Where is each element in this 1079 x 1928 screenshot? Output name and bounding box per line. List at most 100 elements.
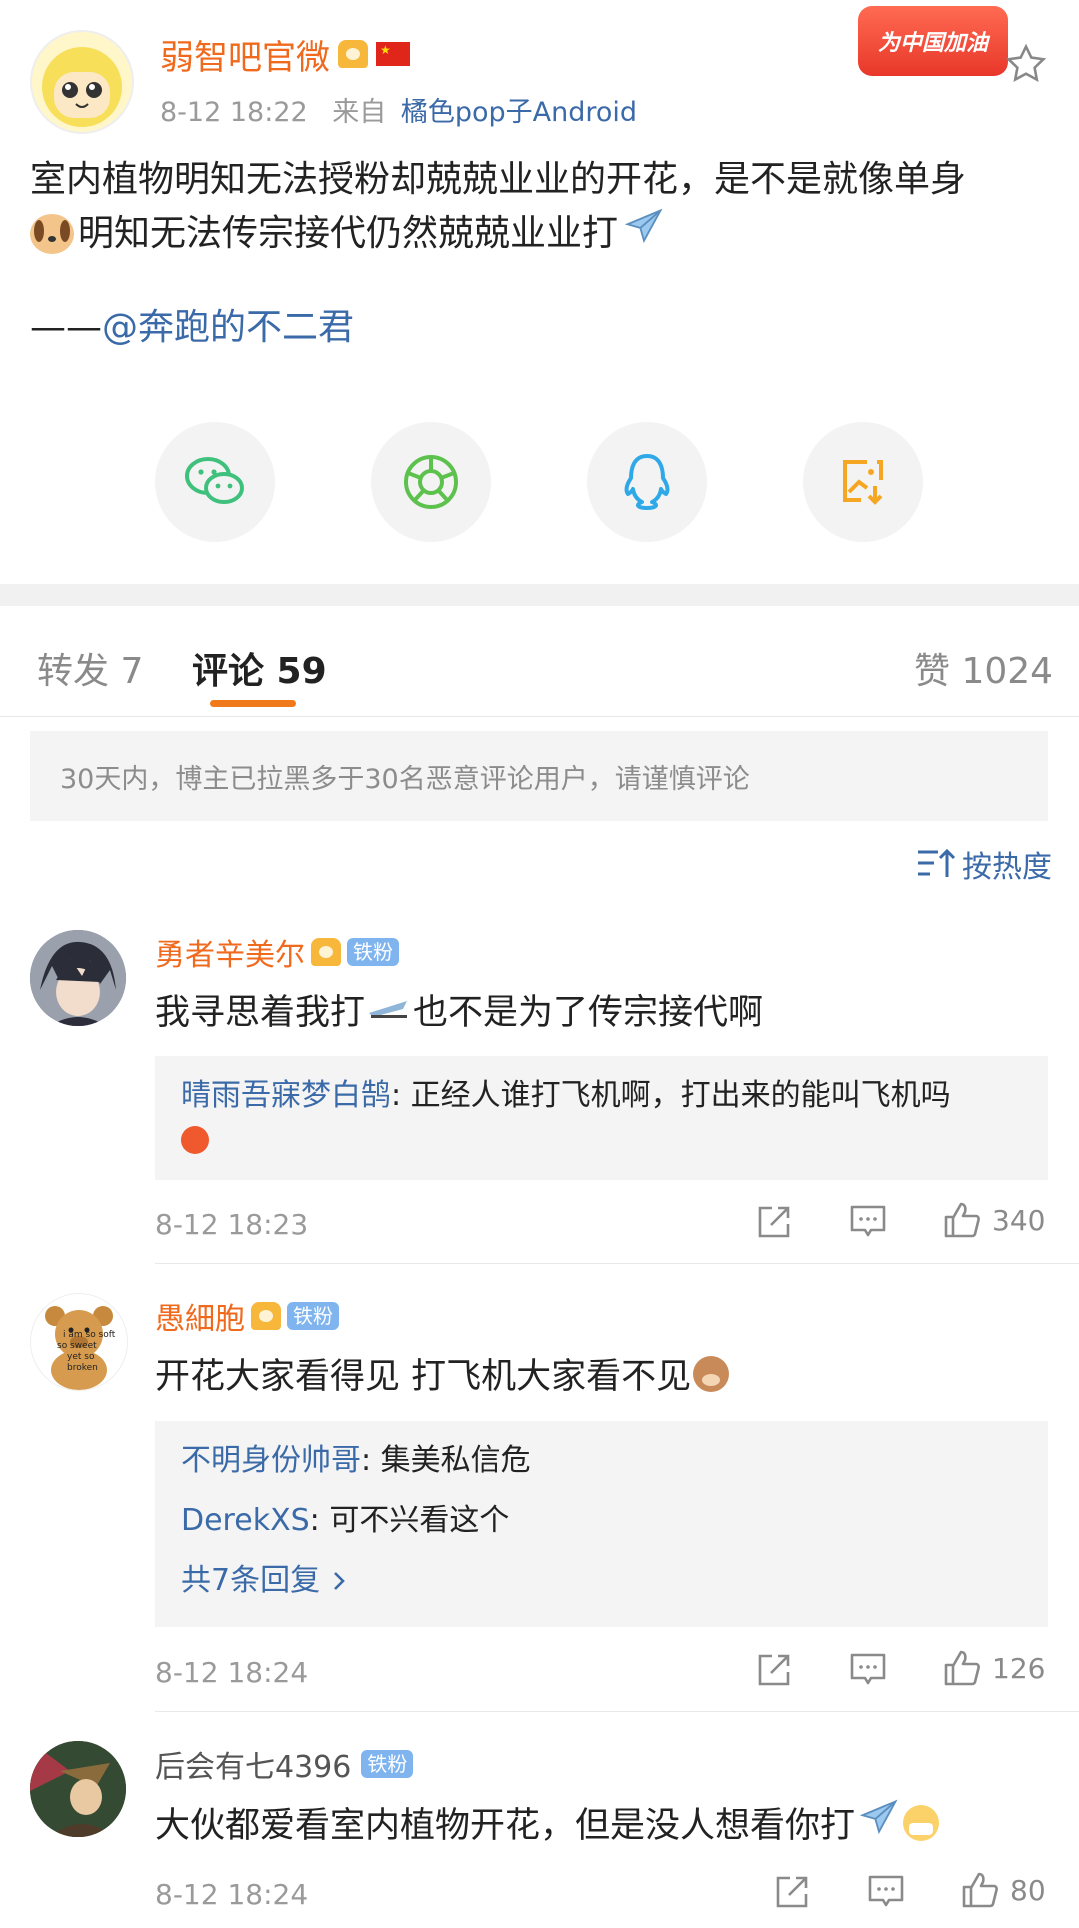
china-flag-icon: ★ [376,42,410,66]
iron-fan-badge: 铁粉 [287,1302,339,1330]
reply-item: 不明身份帅哥: 集美私信危 [181,1441,531,1481]
reply-item: DerekXS: 可不兴看这个 [181,1501,509,1541]
vip-crown-icon [251,1302,281,1330]
comment-text-part1: 大伙都爱看室内植物开花，但是没人想看你打 [155,1806,856,1846]
reply-user-link[interactable]: 晴雨吾寐梦白鹄 [181,1078,391,1113]
section-separator [0,584,1079,606]
reply-item: 晴雨吾寐梦白鹄: 正经人谁打飞机啊，打出来的能叫飞机吗 [181,1076,1021,1116]
reply-text: : 正经人谁打飞机啊，打出来的能叫飞机吗 [391,1078,951,1113]
credit-dash: —— [30,307,102,348]
share-moments-button[interactable] [371,422,491,542]
thumbs-up-icon [944,1202,980,1238]
post-text-line1: 室内植物明知无法授粉却兢兢业业的开花，是不是就像单身 [30,159,967,200]
comment-text-part1: 开花大家看得见 打飞机大家看不见 [155,1357,692,1397]
comment-author-name[interactable]: 愚細胞 [155,1294,245,1338]
reply-box[interactable]: 晴雨吾寐梦白鹄: 正经人谁打飞机啊，打出来的能叫飞机吗 [155,1056,1048,1180]
airplane-emoji-icon [367,990,411,1030]
tab-like[interactable]: 赞 1024 [914,642,1053,694]
post-meta: 8-12 18:22 来自 橘色pop子Android [160,90,637,129]
comment-notice-text: 30天内，博主已拉黑多于30名恶意评论用户，请谨慎评论 [60,763,750,795]
airplane-emoji-icon [857,1796,901,1849]
reply-box[interactable]: 不明身份帅哥: 集美私信危 DerekXS: 可不兴看这个 共7条回复 [155,1421,1048,1627]
share-save-image-button[interactable] [803,422,923,542]
chevron-right-icon [334,1572,345,1590]
comment-avatar[interactable] [30,1741,126,1837]
like-button[interactable]: 126 [942,1648,1045,1688]
post-credit: ——@奔跑的不二君 [30,303,354,353]
post-author-avatar[interactable] [30,30,134,134]
like-count: 126 [992,1651,1046,1685]
comment-time: 8-12 18:24 [155,1656,309,1689]
like-button[interactable]: 340 [942,1200,1045,1240]
reply-comment-icon[interactable] [849,1204,887,1244]
reply-user-link[interactable]: DerekXS [181,1503,310,1538]
tab-comment[interactable]: 评论 59 [192,642,327,694]
promo-badge-text: 为中国加油 [877,31,988,56]
comment-time: 8-12 18:24 [155,1878,309,1911]
comment-text-part2: 也不是为了传宗接代啊 [413,993,764,1033]
reply-text: : 可不兴看这个 [309,1503,510,1538]
post-author-line: 弱智吧官微 ★ [160,30,410,79]
mask-face-emoji-icon [903,1804,940,1841]
reply-comment-icon[interactable] [867,1874,905,1914]
comment-time: 8-12 18:23 [155,1208,309,1241]
post-author-name[interactable]: 弱智吧官微 [160,30,330,79]
vip-crown-icon [338,40,368,68]
thumbs-up-icon [944,1650,980,1686]
iron-fan-badge: 铁粉 [361,1750,414,1778]
comment-notice: 30天内，博主已拉黑多于30名恶意评论用户，请谨慎评论 [30,731,1048,821]
sort-button[interactable]: 按热度 [916,842,1052,886]
sort-label: 按热度 [962,850,1052,885]
more-replies-link[interactable]: 共7条回复 [181,1561,346,1601]
tab-active-indicator [210,700,296,707]
airplane-emoji-icon [622,205,666,263]
sort-icon [918,848,956,877]
comment-divider [155,1263,1079,1264]
comment-header: 愚細胞 铁粉 [155,1294,339,1338]
post-text: 室内植物明知无法授粉却兢兢业业的开花，是不是就像单身 明知无法传宗接代仍然兢兢业… [30,155,1060,263]
like-count: 340 [992,1203,1046,1237]
reply-text: : 集美私信危 [361,1443,531,1478]
moments-icon [404,455,458,509]
share-comment-icon[interactable] [756,1652,792,1692]
comment-text-part1: 我寻思着我打 [155,993,366,1033]
like-button[interactable]: 80 [960,1870,1046,1910]
comment-header: 勇者辛美尔 铁粉 [155,930,399,974]
credit-user-link[interactable]: @奔跑的不二君 [102,307,354,348]
share-qq-button[interactable] [587,422,707,542]
reply-comment-icon[interactable] [849,1652,887,1692]
comment-header: 后会有七4396 铁粉 [155,1742,414,1786]
qq-icon [624,454,670,510]
jerry-mouse-emoji-icon [693,1355,730,1392]
share-comment-icon[interactable] [756,1204,792,1244]
share-comment-icon[interactable] [774,1874,810,1914]
post-source-link[interactable]: 橘色pop子Android [401,97,637,128]
post-text-line2-wrap: 明知无法传宗接代仍然兢兢业业打 [30,205,1060,263]
promo-badge[interactable]: 为中国加油 [858,6,1008,76]
like-count: 80 [1010,1873,1046,1907]
reply-user-link[interactable]: 不明身份帅哥 [181,1443,361,1478]
wechat-icon [185,457,244,504]
comment-divider [155,1711,1079,1712]
thumbs-up-icon [962,1872,998,1908]
dog-emoji-icon [30,214,74,254]
iron-fan-badge: 铁粉 [347,938,399,966]
share-wechat-button[interactable] [155,422,275,542]
tab-repost[interactable]: 转发 7 [37,642,143,694]
favorite-star-icon[interactable] [1004,42,1048,86]
bear-avatar-caption: i am so soft so sweet yet so broken [57,1330,116,1373]
comment-text: 开花大家看得见 打飞机大家看不见 [155,1348,730,1399]
post-source-prefix: 来自 [332,97,387,128]
comment-avatar[interactable] [30,930,126,1026]
comment-avatar[interactable]: i am so soft so sweet yet so broken [30,1293,128,1391]
save-image-icon [843,460,883,505]
vip-crown-icon [311,938,341,966]
comment-author-name[interactable]: 勇者辛美尔 [155,930,305,974]
comment-text: 我寻思着我打 也不是为了传宗接代啊 [155,984,763,1035]
more-replies-label: 共7条回复 [181,1563,321,1598]
angry-face-emoji-icon [181,1126,209,1154]
post-time: 8-12 18:22 [160,97,308,128]
comment-author-name[interactable]: 后会有七4396 [155,1742,351,1786]
comment-text: 大伙都爱看室内植物开花，但是没人想看你打 [155,1796,940,1849]
tabs-divider [0,716,1079,717]
